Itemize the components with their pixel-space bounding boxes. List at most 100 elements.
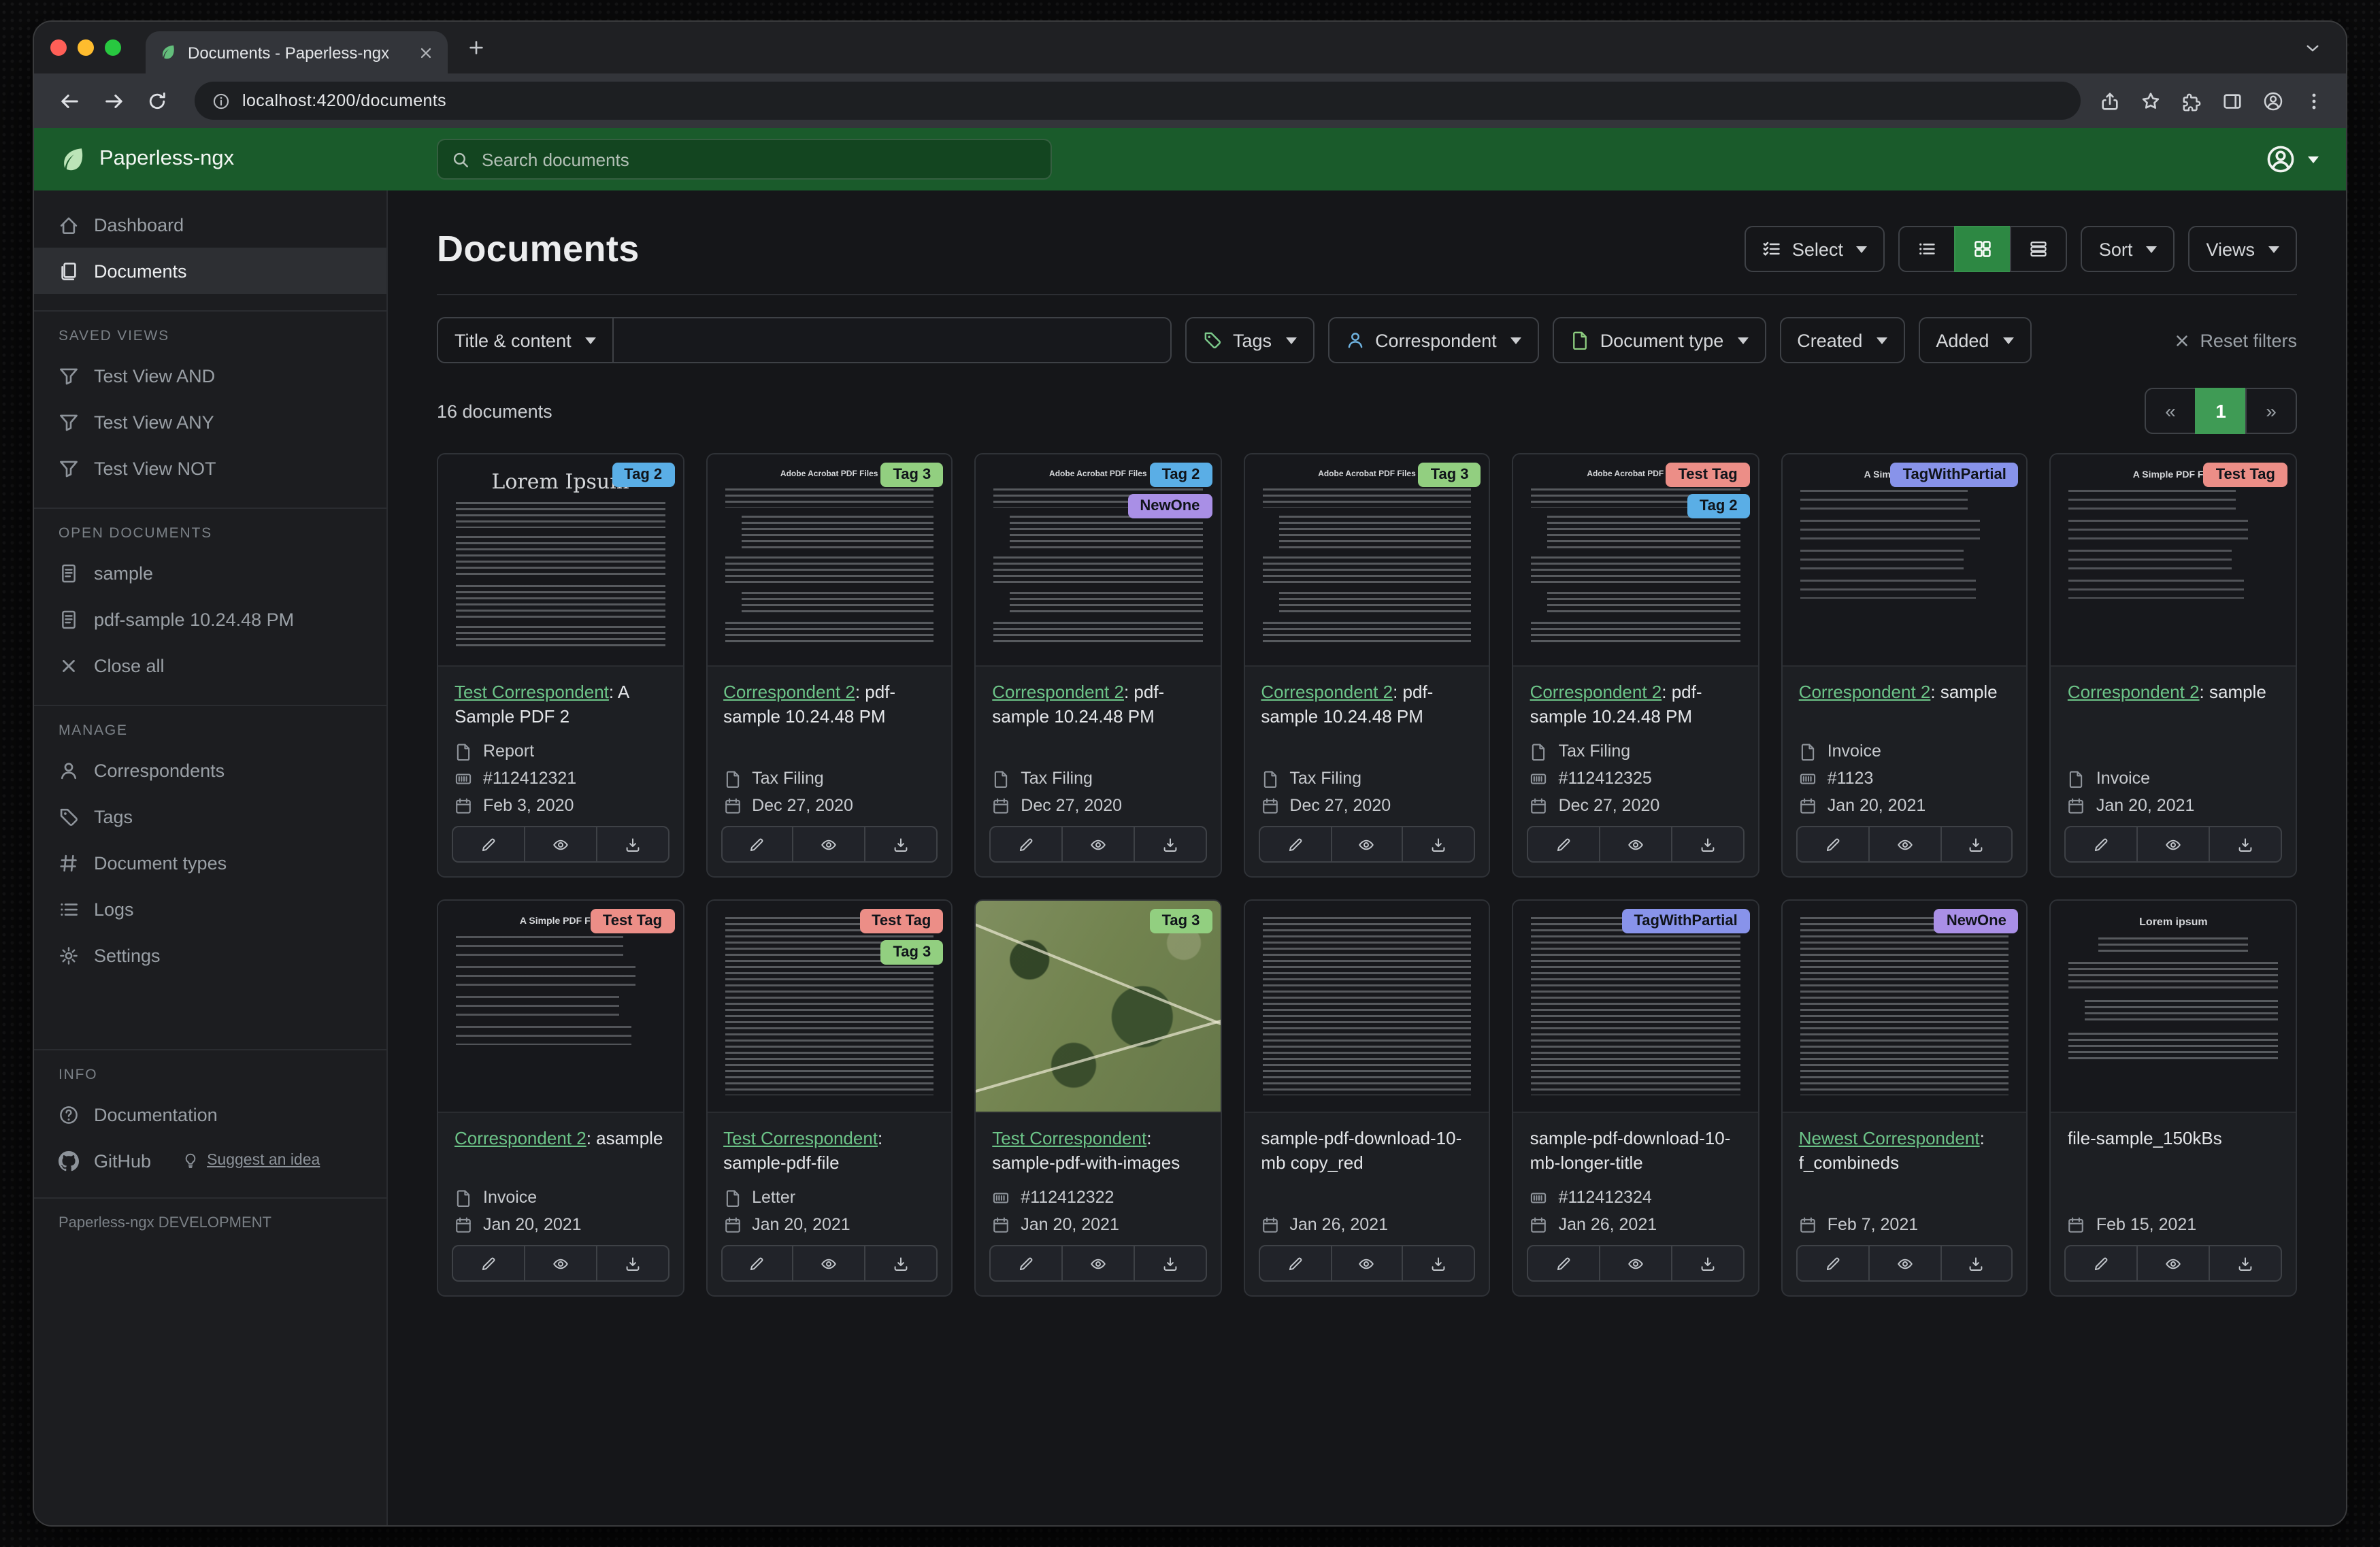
tag-badge-test-tag[interactable]: Test Tag — [859, 909, 943, 933]
edit-button[interactable] — [721, 826, 794, 863]
sidebar-item-github[interactable]: GitHubSuggest an idea — [34, 1137, 386, 1184]
download-button[interactable] — [1671, 826, 1745, 863]
reload-button[interactable] — [137, 82, 176, 120]
document-correspondent-link[interactable]: Correspondent 2 — [2068, 682, 2200, 702]
download-button[interactable] — [595, 1245, 669, 1282]
pagination-prev-button[interactable]: « — [2145, 388, 2196, 434]
tag-badge-tagwithpartial[interactable]: TagWithPartial — [1891, 463, 2019, 487]
document-thumbnail[interactable]: A Simple PDF FileTest Tag — [2051, 454, 2296, 667]
views-button[interactable]: Views — [2188, 226, 2297, 272]
document-correspondent-link[interactable]: Test Correspondent — [723, 1128, 878, 1148]
download-button[interactable] — [1940, 826, 2013, 863]
edit-button[interactable] — [989, 1245, 1063, 1282]
preview-button[interactable] — [1599, 826, 1672, 863]
edit-button[interactable] — [1258, 826, 1332, 863]
document-thumbnail[interactable]: Adobe Acrobat PDF FilesTag 3 — [707, 454, 951, 667]
preview-button[interactable] — [1061, 826, 1135, 863]
preview-button[interactable] — [1330, 826, 1404, 863]
global-search[interactable] — [437, 139, 1052, 180]
address-bar[interactable]: localhost:4200/documents — [195, 82, 2081, 120]
document-thumbnail[interactable]: Adobe Acrobat PDF FilesTag 2NewOne — [976, 454, 1220, 667]
edit-button[interactable] — [1527, 826, 1601, 863]
browser-tab[interactable]: Documents - Paperless-ngx — [146, 31, 448, 73]
preview-button[interactable] — [524, 826, 597, 863]
document-correspondent-link[interactable]: Correspondent 2 — [1261, 682, 1393, 702]
document-thumbnail[interactable]: A Simple PDF FileTagWithPartial — [1783, 454, 2027, 667]
edit-button[interactable] — [452, 1245, 525, 1282]
filter-correspondent-button[interactable]: Correspondent — [1327, 317, 1539, 363]
tag-badge-tag-2[interactable]: Tag 2 — [612, 463, 674, 487]
view-list-button[interactable] — [1899, 226, 1956, 272]
document-correspondent-link[interactable]: Test Correspondent — [454, 682, 609, 702]
tag-badge-tagwithpartial[interactable]: TagWithPartial — [1622, 909, 1750, 933]
tag-badge-test-tag[interactable]: Test Tag — [2204, 463, 2287, 487]
extensions-icon[interactable] — [2181, 90, 2202, 111]
document-thumbnail[interactable]: TagWithPartial — [1514, 901, 1758, 1113]
filter-tags-button[interactable]: Tags — [1185, 317, 1314, 363]
preview-button[interactable] — [1061, 1245, 1135, 1282]
edit-button[interactable] — [989, 826, 1063, 863]
tag-badge-test-tag[interactable]: Test Tag — [591, 909, 674, 933]
document-thumbnail[interactable]: Lorem ipsum — [2051, 901, 2296, 1113]
document-correspondent-link[interactable]: Correspondent 2 — [992, 682, 1124, 702]
tag-badge-tag-2[interactable]: Tag 2 — [1150, 463, 1212, 487]
sidebar-item-pdf-sample-10-24-48-pm[interactable]: pdf-sample 10.24.48 PM — [34, 596, 386, 642]
tag-badge-tag-3[interactable]: Tag 3 — [880, 940, 943, 965]
download-button[interactable] — [595, 826, 669, 863]
document-title-text[interactable]: sample-pdf-download-10-mb-longer-title — [1530, 1128, 1731, 1172]
share-icon[interactable] — [2100, 90, 2120, 111]
document-thumbnail[interactable]: Lorem IpsumTag 2 — [438, 454, 682, 667]
select-button[interactable]: Select — [1745, 226, 1885, 272]
document-correspondent-link[interactable]: Correspondent 2 — [1799, 682, 1931, 702]
download-button[interactable] — [2209, 1245, 2282, 1282]
tag-badge-test-tag[interactable]: Test Tag — [1666, 463, 1749, 487]
tag-badge-tag-3[interactable]: Tag 3 — [1150, 909, 1212, 933]
tag-badge-tag-3[interactable]: Tag 3 — [1419, 463, 1481, 487]
filter-added-button[interactable]: Added — [1918, 317, 2031, 363]
sidebar-item-test-view-not[interactable]: Test View NOT — [34, 445, 386, 491]
tag-badge-newone[interactable]: NewOne — [1127, 494, 1212, 518]
download-button[interactable] — [1402, 1245, 1476, 1282]
edit-button[interactable] — [721, 1245, 794, 1282]
filter-document-type-button[interactable]: Document type — [1553, 317, 1766, 363]
sidebar-item-test-view-and[interactable]: Test View AND — [34, 352, 386, 399]
download-button[interactable] — [1671, 1245, 1745, 1282]
view-details-button[interactable] — [2011, 226, 2068, 272]
download-button[interactable] — [865, 1245, 938, 1282]
download-button[interactable] — [1402, 826, 1476, 863]
sidebar-item-document-types[interactable]: Document types — [34, 839, 386, 886]
filter-created-button[interactable]: Created — [1779, 317, 1904, 363]
download-button[interactable] — [1940, 1245, 2013, 1282]
preview-button[interactable] — [1868, 1245, 1941, 1282]
sidebar-item-tags[interactable]: Tags — [34, 793, 386, 839]
preview-button[interactable] — [793, 1245, 866, 1282]
sidebar-item-logs[interactable]: Logs — [34, 886, 386, 932]
document-title-text[interactable]: sample-pdf-download-10-mb copy_red — [1261, 1128, 1461, 1172]
download-button[interactable] — [1134, 1245, 1207, 1282]
document-thumbnail[interactable]: NewOne — [1783, 901, 2027, 1113]
new-tab-button[interactable] — [459, 30, 494, 65]
document-correspondent-link[interactable]: Test Correspondent — [992, 1128, 1146, 1148]
tag-badge-newone[interactable]: NewOne — [1934, 909, 2019, 933]
app-brand[interactable]: Paperless-ngx — [34, 145, 388, 173]
sidebar-item-documents[interactable]: Documents — [34, 248, 386, 294]
download-button[interactable] — [2209, 826, 2282, 863]
document-thumbnail[interactable]: A Simple PDF FileTest Tag — [438, 901, 682, 1113]
document-thumbnail[interactable]: Adobe Acrobat PDF FilesTest TagTag 2 — [1514, 454, 1758, 667]
sidebar-item-documentation[interactable]: Documentation — [34, 1091, 386, 1137]
zoom-window-button[interactable] — [105, 39, 121, 56]
preview-button[interactable] — [2137, 1245, 2211, 1282]
preview-button[interactable] — [1330, 1245, 1404, 1282]
side-panel-icon[interactable] — [2222, 90, 2243, 111]
reset-filters-button[interactable]: Reset filters — [2172, 330, 2297, 350]
filter-text-input[interactable] — [612, 317, 1172, 363]
site-info-icon[interactable] — [212, 92, 230, 110]
user-menu[interactable] — [2266, 144, 2346, 174]
close-window-button[interactable] — [50, 39, 67, 56]
sidebar-item-settings[interactable]: Settings — [34, 932, 386, 978]
edit-button[interactable] — [1796, 826, 1870, 863]
sort-button[interactable]: Sort — [2081, 226, 2175, 272]
filter-field-button[interactable]: Title & content — [437, 317, 614, 363]
tab-search-icon[interactable] — [2304, 39, 2330, 56]
preview-button[interactable] — [524, 1245, 597, 1282]
